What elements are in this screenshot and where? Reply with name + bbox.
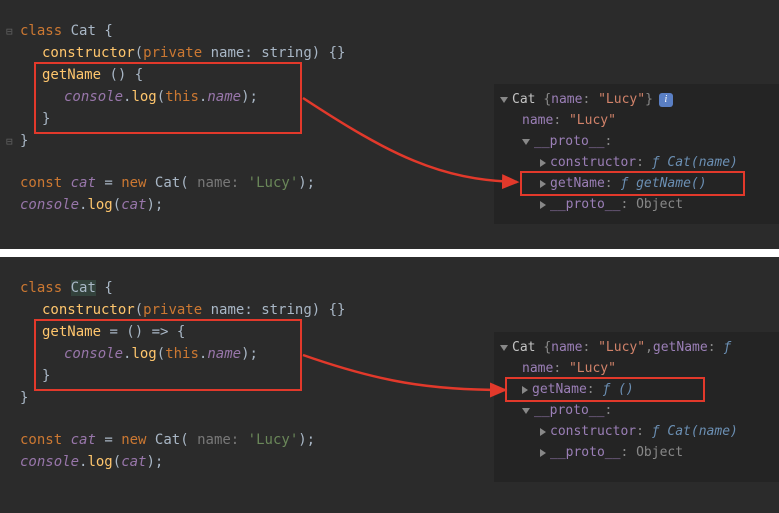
code-line: constructor(private name: string) {} — [20, 42, 480, 64]
devtools-console-bottom[interactable]: Cat {name: "Lucy", getName: ƒ name: "Luc… — [494, 332, 779, 482]
disclosure-right-icon[interactable] — [540, 449, 546, 457]
code-line: class Cat { — [20, 20, 480, 42]
info-badge-icon[interactable]: i — [659, 93, 673, 107]
tree-row[interactable]: constructor: ƒ Cat(name) — [500, 152, 773, 173]
tree-row[interactable]: __proto__: Object — [500, 194, 773, 215]
code-line: console.log(this.name); — [20, 86, 480, 108]
code-line: console.log(this.name); — [20, 343, 480, 365]
devtools-console-top[interactable]: Cat {name: "Lucy"}i name: "Lucy" __proto… — [494, 84, 779, 224]
code-line: } — [20, 387, 480, 409]
fold-icon[interactable]: ⊟ — [6, 131, 13, 153]
editor-top[interactable]: ⊟ class Cat { constructor(private name: … — [0, 0, 490, 226]
code-line: } — [20, 365, 480, 387]
code-line: const cat = new Cat( name: 'Lucy'); — [20, 172, 480, 194]
code-line: getName () { — [20, 64, 480, 86]
tree-row-getname[interactable]: getName: ƒ getName() — [500, 173, 773, 194]
disclosure-right-icon[interactable] — [540, 201, 546, 209]
panel-arrow-function-property: class Cat { constructor(private name: st… — [0, 257, 779, 513]
disclosure-right-icon[interactable] — [540, 159, 546, 167]
code-line: getName = () => { — [20, 321, 480, 343]
tree-row-proto[interactable]: __proto__: — [500, 400, 773, 421]
disclosure-right-icon[interactable] — [540, 428, 546, 436]
code-line: } — [20, 130, 480, 152]
code-line: console.log(cat); — [20, 451, 480, 473]
disclosure-down-icon[interactable] — [500, 345, 508, 351]
code-line: constructor(private name: string) {} — [20, 299, 480, 321]
disclosure-right-icon[interactable] — [522, 386, 528, 394]
fold-icon[interactable]: ⊟ — [6, 21, 13, 43]
tree-row[interactable]: constructor: ƒ Cat(name) — [500, 421, 773, 442]
tree-row-proto[interactable]: __proto__: — [500, 131, 773, 152]
disclosure-down-icon[interactable] — [522, 139, 530, 145]
disclosure-right-icon[interactable] — [540, 180, 546, 188]
tree-row-root[interactable]: Cat {name: "Lucy"}i — [500, 89, 773, 110]
tree-row[interactable]: name: "Lucy" — [500, 358, 773, 379]
tree-row[interactable]: name: "Lucy" — [500, 110, 773, 131]
code-line: console.log(cat); — [20, 194, 480, 216]
code-line: } — [20, 108, 480, 130]
panel-method-on-prototype: ⊟ class Cat { constructor(private name: … — [0, 0, 779, 249]
code-line: const cat = new Cat( name: 'Lucy'); — [20, 429, 480, 451]
tree-row-root[interactable]: Cat {name: "Lucy", getName: ƒ — [500, 337, 773, 358]
code-line: class Cat { — [20, 277, 480, 299]
disclosure-down-icon[interactable] — [500, 97, 508, 103]
tree-row[interactable]: __proto__: Object — [500, 442, 773, 463]
editor-bottom[interactable]: class Cat { constructor(private name: st… — [0, 257, 490, 483]
disclosure-down-icon[interactable] — [522, 408, 530, 414]
tree-row-getname[interactable]: getName: ƒ () — [500, 379, 773, 400]
